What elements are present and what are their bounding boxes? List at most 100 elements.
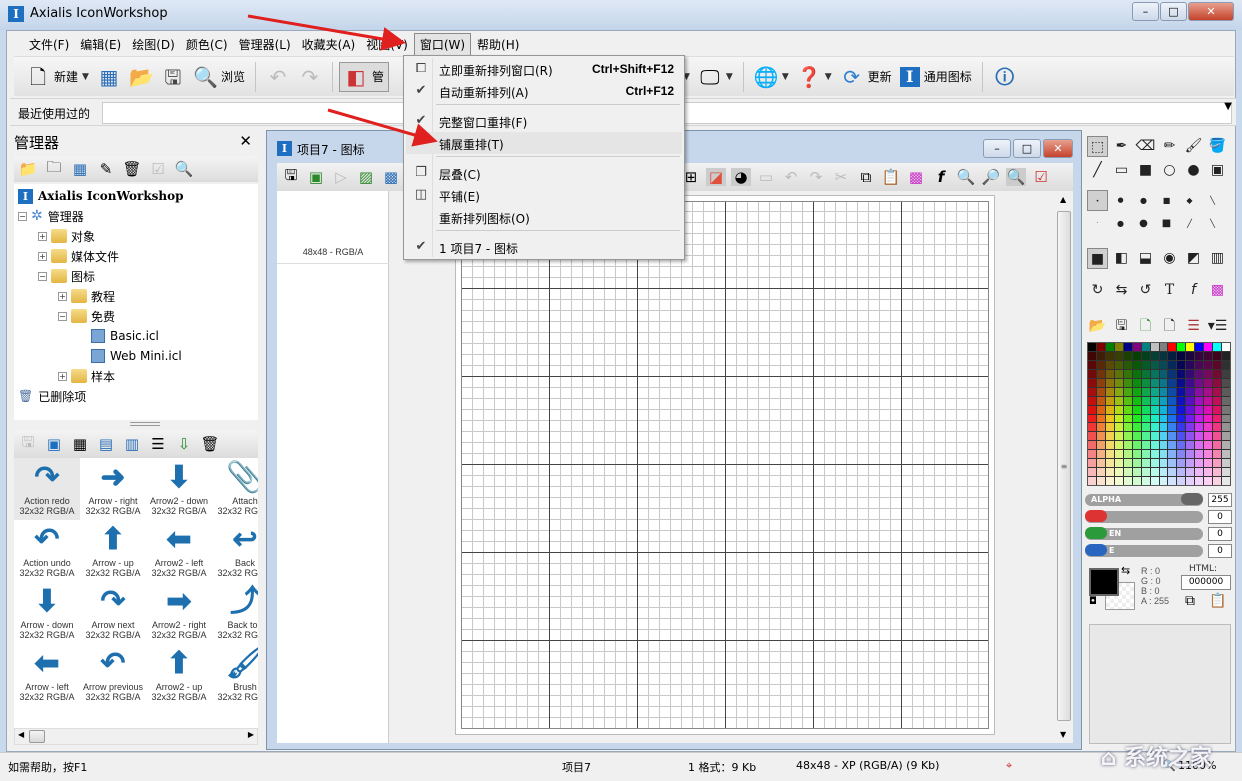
filled-rectangle-tool-icon[interactable]: ■: [1135, 160, 1156, 181]
brush-size-8-icon[interactable]: ■: [1156, 213, 1177, 234]
palette-swatch[interactable]: [1123, 396, 1132, 405]
list-view-icon[interactable]: ▥: [122, 435, 142, 453]
palette-swatch[interactable]: [1168, 432, 1177, 441]
palette-swatch[interactable]: [1088, 423, 1096, 432]
diagonal-gradient-icon[interactable]: ◩: [1183, 248, 1204, 269]
palette-swatch[interactable]: [1159, 414, 1168, 423]
recent-dropdown-arrow-icon[interactable]: ▼: [1224, 101, 1232, 112]
library-icon-item[interactable]: ⤴ Back top32x32 RGB/A: [212, 582, 258, 644]
palette-swatch[interactable]: [1114, 351, 1123, 360]
palette-swatch[interactable]: [1186, 369, 1195, 378]
palette-swatch[interactable]: [1159, 369, 1168, 378]
overlay-icon[interactable]: ◪: [706, 168, 726, 186]
palette-swatch[interactable]: [1177, 387, 1186, 396]
brush-size-7-icon[interactable]: ●: [1133, 213, 1154, 234]
palette-swatch[interactable]: [1168, 396, 1177, 405]
palette-swatch[interactable]: [1213, 459, 1222, 468]
palette-swatch[interactable]: [1204, 432, 1213, 441]
palette-swatch[interactable]: [1088, 343, 1096, 351]
vertical-scrollbar[interactable]: ▲ ≡ ▼: [1055, 191, 1073, 743]
brush-diag-1-icon[interactable]: ◆: [1179, 190, 1200, 211]
palette-swatch[interactable]: [1177, 414, 1186, 423]
palette-swatch[interactable]: [1105, 378, 1114, 387]
collapse-icon[interactable]: −: [38, 271, 47, 281]
palette-swatch[interactable]: [1159, 459, 1168, 468]
palette-swatch[interactable]: [1088, 468, 1096, 477]
brush-diag-4-icon[interactable]: ╲: [1202, 213, 1223, 234]
close-button[interactable]: ✕: [1188, 2, 1234, 21]
effects-tool-icon[interactable]: f: [1183, 280, 1204, 301]
menu-4[interactable]: 管理器(L): [234, 34, 296, 55]
palette-swatch[interactable]: [1222, 468, 1230, 477]
palette-swatch[interactable]: [1204, 396, 1213, 405]
palette-swatch[interactable]: [1114, 369, 1123, 378]
palette-swatch[interactable]: [1168, 414, 1177, 423]
palette-swatch[interactable]: [1213, 396, 1222, 405]
red-value[interactable]: 0: [1208, 510, 1232, 524]
library-icon-item[interactable]: ↶ Arrow previous 32x32 RGB/A: [80, 644, 146, 706]
palette-swatch[interactable]: [1141, 432, 1150, 441]
palette-swatch[interactable]: [1105, 369, 1114, 378]
redo-icon[interactable]: ↷: [806, 168, 826, 186]
library-icon-item[interactable]: ↩ Back32x32 RGB/A: [212, 520, 258, 582]
search-icon[interactable]: 🔍: [174, 160, 194, 178]
window-menu-item[interactable]: ⧠ 立即重新排列窗口(R) Ctrl+Shift+F12: [406, 58, 682, 80]
palette-swatch[interactable]: [1105, 351, 1114, 360]
splitter-handle[interactable]: [130, 422, 160, 426]
palette-swatch[interactable]: [1123, 423, 1132, 432]
palette-swatch[interactable]: [1096, 405, 1105, 414]
palette-swatch[interactable]: [1150, 378, 1159, 387]
palette-swatch[interactable]: [1213, 387, 1222, 396]
palette-swatch[interactable]: [1150, 477, 1159, 485]
blue-knob[interactable]: [1085, 544, 1107, 556]
window-menu-item[interactable]: ✔ 1 项目7 - 图标: [406, 236, 682, 258]
palette-swatch[interactable]: [1105, 414, 1114, 423]
palette-swatch[interactable]: [1195, 369, 1204, 378]
save-palette-icon[interactable]: 🖫: [1111, 316, 1132, 337]
new-folder-icon[interactable]: 🗀: [44, 157, 64, 182]
palette-swatch[interactable]: [1132, 378, 1141, 387]
palette-swatch[interactable]: [1186, 450, 1195, 459]
copy-icon[interactable]: ⧉: [856, 168, 876, 186]
window-menu-item[interactable]: ✔ 自动重新排列(A) Ctrl+F12: [406, 80, 682, 102]
palette-swatch[interactable]: [1177, 468, 1186, 477]
palette-swatch[interactable]: [1141, 343, 1150, 351]
window-menu-item[interactable]: ❐ 层叠(C): [406, 162, 682, 184]
library-icon-item[interactable]: ↶ Action undo 32x32 RGB/A: [14, 520, 80, 582]
palette-swatch[interactable]: [1150, 396, 1159, 405]
palette-swatch[interactable]: [1186, 477, 1195, 485]
palette-swatch[interactable]: [1204, 477, 1213, 485]
palette-swatch[interactable]: [1096, 351, 1105, 360]
palette-swatch[interactable]: [1186, 468, 1195, 477]
expand-icon[interactable]: +: [38, 231, 47, 241]
save-button[interactable]: 🖫: [157, 62, 189, 92]
palette-swatch[interactable]: [1186, 378, 1195, 387]
palette-swatch[interactable]: [1096, 414, 1105, 423]
save-icon[interactable]: 🖫: [281, 165, 301, 190]
palette-swatch[interactable]: [1204, 360, 1213, 369]
palette-swatch[interactable]: [1222, 414, 1230, 423]
palette-swatch[interactable]: [1168, 360, 1177, 369]
text-tool-icon[interactable]: T: [1159, 280, 1180, 301]
web-button[interactable]: 🌐 ▼: [750, 62, 793, 92]
palette-swatch[interactable]: [1114, 432, 1123, 441]
menu-6[interactable]: 视图(V): [361, 34, 413, 55]
open-button[interactable]: 📂: [125, 62, 157, 92]
palette-swatch[interactable]: [1088, 459, 1096, 468]
palette-swatch[interactable]: [1177, 432, 1186, 441]
palette-swatch[interactable]: [1105, 360, 1114, 369]
palette-swatch[interactable]: [1186, 459, 1195, 468]
shape-tool-icon[interactable]: ▣: [1207, 160, 1228, 181]
palette-swatch[interactable]: [1096, 369, 1105, 378]
effects-icon[interactable]: f: [931, 168, 951, 186]
palette-swatch[interactable]: [1141, 360, 1150, 369]
zoom-fit-icon[interactable]: 🔍: [1006, 168, 1026, 186]
palette-swatch[interactable]: [1150, 343, 1159, 351]
palette-swatch[interactable]: [1213, 360, 1222, 369]
collapse-icon[interactable]: −: [18, 211, 27, 221]
validate-icon[interactable]: ☑: [1031, 168, 1051, 186]
palette-swatch[interactable]: [1150, 387, 1159, 396]
palette-swatch[interactable]: [1132, 477, 1141, 485]
help-button[interactable]: ❓ ▼: [793, 62, 836, 92]
palette-swatch[interactable]: [1168, 477, 1177, 485]
